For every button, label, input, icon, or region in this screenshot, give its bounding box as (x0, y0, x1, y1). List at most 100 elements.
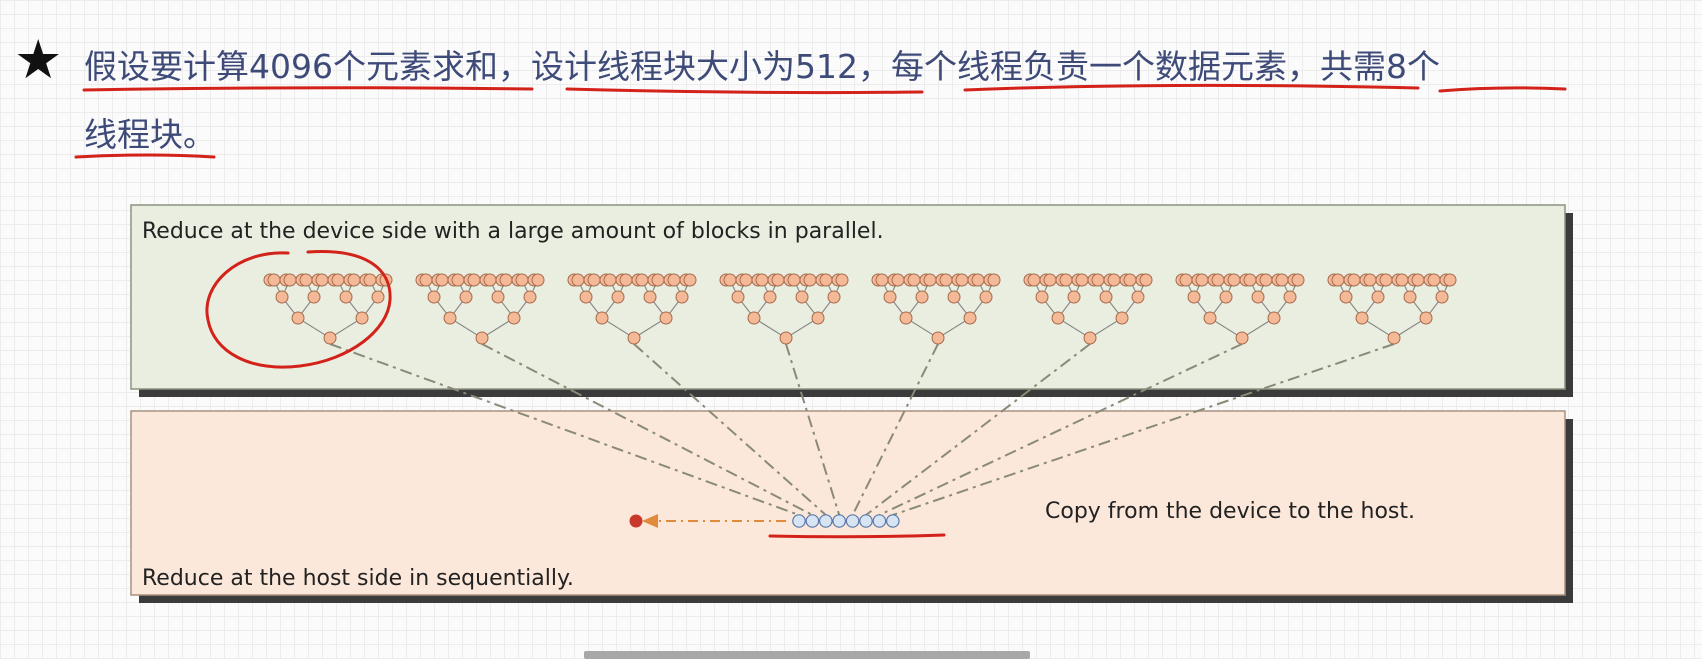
host-result-dot (629, 514, 643, 528)
tree-node (819, 273, 833, 287)
underline-3 (963, 83, 1420, 92)
tree-node (891, 273, 905, 287)
tree-node (1187, 290, 1201, 304)
tree-node (579, 290, 593, 304)
tree-node (1123, 273, 1137, 287)
tree-node (435, 273, 449, 287)
tree-node (1043, 273, 1057, 287)
tree-node (1059, 273, 1073, 287)
tree-node (635, 273, 649, 287)
tree-node (1419, 311, 1433, 325)
tree-node (899, 311, 913, 325)
tree-node (1259, 273, 1273, 287)
tree-node (307, 290, 321, 304)
tree-node (1035, 290, 1049, 304)
tree-node (763, 290, 777, 304)
tree-node (619, 273, 633, 287)
tree-node (1379, 273, 1393, 287)
tree-node (267, 273, 281, 287)
tree-node (491, 290, 505, 304)
tree-node (907, 273, 921, 287)
tree-node (1099, 290, 1113, 304)
tree-node (731, 290, 745, 304)
tree-node (291, 311, 305, 325)
tree-node (1387, 331, 1401, 345)
tree-node (515, 273, 529, 287)
tree-node (1411, 273, 1425, 287)
tree-node (443, 311, 457, 325)
tree-node (827, 290, 841, 304)
tree-node (315, 273, 329, 287)
tree-node (1235, 331, 1249, 345)
tree-node (323, 331, 337, 345)
host-caption: Reduce at the host side in sequentially. (142, 566, 574, 591)
underline-4 (1438, 86, 1567, 93)
tree-node (507, 311, 521, 325)
tree-node (451, 273, 465, 287)
tree-node (1267, 311, 1281, 325)
tree-node (363, 273, 377, 287)
tree-node (531, 273, 545, 287)
host-element-5 (845, 514, 860, 528)
tree-node (683, 273, 697, 287)
tree-node (1091, 273, 1105, 287)
tree-node (1403, 290, 1417, 304)
host-element-2 (805, 514, 820, 528)
tree-node (939, 273, 953, 287)
tree-node (1139, 273, 1153, 287)
tree-node (1443, 273, 1457, 287)
annotation-underline-host (768, 533, 946, 539)
tree-node (1395, 273, 1409, 287)
reduction-diagram: Reduce at the device side with a large a… (74, 83, 1573, 603)
tree-node (347, 273, 361, 287)
host-element-4 (832, 514, 846, 528)
tree-node (1211, 273, 1225, 287)
tree-node (283, 273, 297, 287)
tree-node (627, 331, 641, 345)
underline-annotations (74, 83, 1567, 159)
tree-node (1131, 290, 1145, 304)
tree-node (1107, 273, 1121, 287)
tree-node (1067, 290, 1081, 304)
tree-node (1203, 311, 1217, 325)
tree-node (371, 290, 385, 304)
tree-node (523, 290, 537, 304)
tree-node (1115, 311, 1129, 325)
host-element-8 (885, 514, 900, 528)
device-caption: Reduce at the device side with a large a… (142, 219, 884, 244)
tree-node (1083, 331, 1097, 345)
tree-node (475, 331, 489, 345)
tree-node (571, 273, 585, 287)
host-element-1 (792, 514, 806, 528)
tree-node (875, 273, 889, 287)
tree-node (1179, 273, 1193, 287)
tree-node (1227, 273, 1241, 287)
tree-node (499, 273, 513, 287)
tree-node (771, 273, 785, 287)
tree-node (1243, 273, 1257, 287)
tree-node (971, 273, 985, 287)
tree-node (1283, 290, 1297, 304)
tree-node (739, 273, 753, 287)
tree-node (1075, 273, 1089, 287)
tree-node (803, 273, 817, 287)
tree-node (1331, 273, 1345, 287)
tree-node (1371, 290, 1385, 304)
tree-node (595, 311, 609, 325)
tree-node (787, 273, 801, 287)
tree-node (275, 290, 289, 304)
tree-node (963, 311, 977, 325)
tree-node (299, 273, 313, 287)
tree-node (667, 273, 681, 287)
tree-node (1219, 290, 1233, 304)
horizontal-scrollbar-thumb[interactable] (584, 651, 1030, 659)
tree-node (1275, 273, 1289, 287)
tree-node (1195, 273, 1209, 287)
tree-node (1027, 273, 1041, 287)
tree-node (955, 273, 969, 287)
tree-node (419, 273, 433, 287)
host-element-3 (818, 514, 833, 528)
tree-node (947, 290, 961, 304)
tree-node (835, 273, 849, 287)
tree-node (643, 290, 657, 304)
